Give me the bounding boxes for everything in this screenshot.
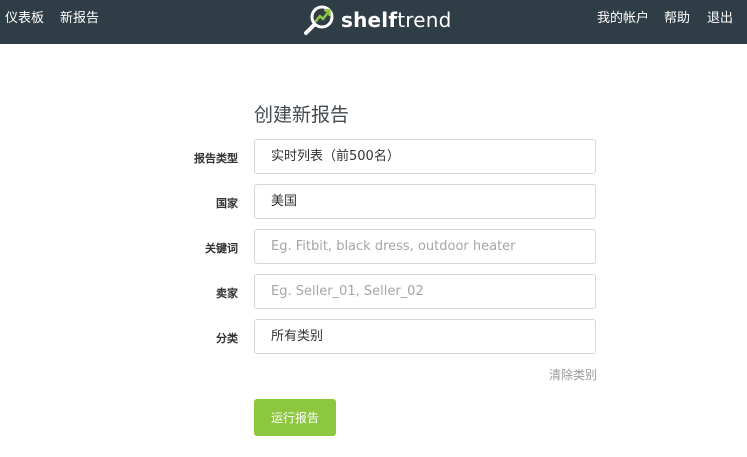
category-value[interactable]: 所有类别 (255, 320, 595, 353)
nav-new-report-link[interactable]: 新报告 (60, 0, 99, 44)
report-type-value[interactable]: 实时列表（前500名） (255, 140, 595, 173)
run-report-button[interactable]: 运行报告 (254, 399, 336, 436)
nav-my-account-link[interactable]: 我的帐户 (597, 0, 649, 44)
country-value[interactable]: 美国 (255, 185, 595, 218)
seller-label: 卖家 (216, 287, 238, 300)
nav-dashboard-link[interactable]: 仪表板 (5, 0, 44, 44)
shelftrend-logo[interactable]: shelftrend (303, 3, 452, 37)
logo-wordmark: shelftrend (341, 8, 452, 32)
nav-help-link[interactable]: 帮助 (664, 0, 690, 44)
top-nav-bar: 仪表板 新报告 shelftrend 我的帐户 帮助 退出 (0, 0, 747, 44)
nav-logout-link[interactable]: 退出 (707, 0, 733, 44)
keywords-label: 关键词 (205, 242, 238, 255)
logo-wordmark-bold: shelf (341, 8, 398, 32)
seller-field-wrapper (254, 274, 596, 309)
logo-wordmark-light: trend (397, 8, 452, 32)
country-select[interactable]: 美国 (254, 184, 596, 219)
keywords-field-wrapper (254, 229, 596, 264)
clear-categories-link[interactable]: 清除类别 (549, 366, 597, 383)
page-title: 创建新报告 (254, 104, 350, 126)
report-type-label: 报告类型 (194, 152, 238, 165)
category-select[interactable]: 所有类别 (254, 319, 596, 354)
keywords-input[interactable] (255, 230, 595, 263)
magnifier-trend-icon (304, 5, 334, 35)
country-label: 国家 (216, 197, 238, 210)
report-type-select[interactable]: 实时列表（前500名） (254, 139, 596, 174)
category-label: 分类 (216, 332, 238, 345)
seller-input[interactable] (255, 275, 595, 308)
